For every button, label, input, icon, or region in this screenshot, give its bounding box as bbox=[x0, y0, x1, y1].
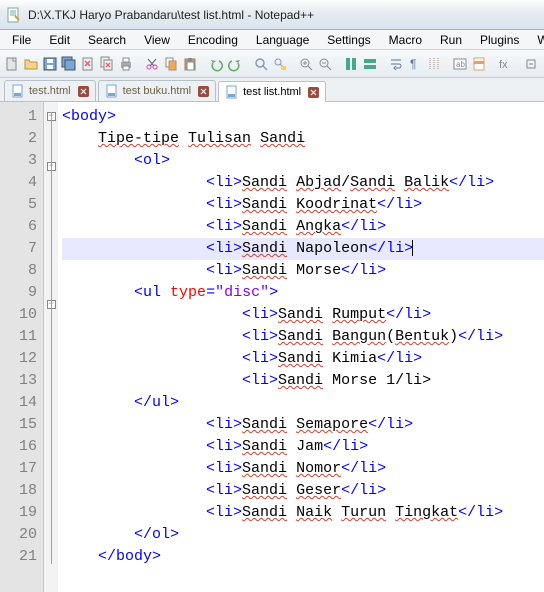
menu-macro[interactable]: Macro bbox=[381, 31, 430, 49]
tab-1[interactable]: test buku.html bbox=[98, 80, 216, 101]
file-icon bbox=[225, 85, 239, 99]
menu-window[interactable]: Window bbox=[529, 31, 544, 49]
code-area[interactable]: <body> Tipe-tipe Tulisan Sandi <ol> <li>… bbox=[58, 102, 544, 592]
cut-button[interactable] bbox=[144, 54, 160, 74]
file-icon bbox=[105, 84, 119, 98]
editor[interactable]: 123456789101112131415161718192021 −−− <b… bbox=[0, 102, 544, 592]
save-file-button[interactable] bbox=[42, 54, 58, 74]
menu-file[interactable]: File bbox=[4, 31, 39, 49]
close-icon[interactable] bbox=[308, 87, 319, 98]
fold-gutter[interactable]: −−− bbox=[44, 102, 58, 592]
zoom-in-button[interactable] bbox=[298, 54, 314, 74]
svg-text:ab: ab bbox=[456, 60, 465, 69]
fold-all-button[interactable] bbox=[523, 54, 539, 74]
titlebar: D:\X.TKJ Haryo Prabandaru\test list.html… bbox=[0, 0, 544, 30]
menu-plugins[interactable]: Plugins bbox=[472, 31, 527, 49]
new-file-button[interactable] bbox=[4, 54, 20, 74]
menu-run[interactable]: Run bbox=[432, 31, 470, 49]
line-number-gutter: 123456789101112131415161718192021 bbox=[0, 102, 44, 592]
file-icon bbox=[11, 84, 25, 98]
close-file-button[interactable] bbox=[80, 54, 96, 74]
indent-guide-button[interactable] bbox=[426, 54, 442, 74]
close-icon[interactable] bbox=[78, 86, 89, 97]
wrap-button[interactable] bbox=[388, 54, 404, 74]
menu-edit[interactable]: Edit bbox=[41, 31, 78, 49]
tab-label: test buku.html bbox=[123, 85, 191, 97]
tab-label: test.html bbox=[29, 85, 71, 97]
menubar: FileEditSearchViewEncodingLanguageSettin… bbox=[0, 30, 544, 50]
tabbar: test.html test buku.html test list.html bbox=[0, 78, 544, 102]
menu-language[interactable]: Language bbox=[248, 31, 317, 49]
menu-encoding[interactable]: Encoding bbox=[180, 31, 246, 49]
doc-map-button[interactable] bbox=[471, 54, 487, 74]
close-icon[interactable] bbox=[198, 86, 209, 97]
tab-label: test list.html bbox=[243, 86, 301, 98]
toolbar: ¶ ab fx bbox=[0, 50, 544, 78]
lang-button[interactable]: ab bbox=[452, 54, 468, 74]
undo-button[interactable] bbox=[208, 54, 224, 74]
app-icon bbox=[6, 7, 22, 23]
close-all-button[interactable] bbox=[99, 54, 115, 74]
fn-list-button[interactable]: fx bbox=[497, 54, 513, 74]
open-file-button[interactable] bbox=[23, 54, 39, 74]
svg-text:fx: fx bbox=[499, 59, 508, 71]
all-chars-button[interactable]: ¶ bbox=[407, 54, 423, 74]
replace-button[interactable] bbox=[272, 54, 288, 74]
find-button[interactable] bbox=[253, 54, 269, 74]
menu-search[interactable]: Search bbox=[80, 31, 134, 49]
menu-view[interactable]: View bbox=[136, 31, 178, 49]
tab-2[interactable]: test list.html bbox=[218, 81, 326, 102]
window-title: D:\X.TKJ Haryo Prabandaru\test list.html… bbox=[28, 8, 538, 22]
paste-button[interactable] bbox=[182, 54, 198, 74]
redo-button[interactable] bbox=[227, 54, 243, 74]
sync-h-button[interactable] bbox=[362, 54, 378, 74]
zoom-out-button[interactable] bbox=[317, 54, 333, 74]
copy-button[interactable] bbox=[163, 54, 179, 74]
save-all-button[interactable] bbox=[61, 54, 77, 74]
tab-0[interactable]: test.html bbox=[4, 80, 96, 101]
menu-settings[interactable]: Settings bbox=[319, 31, 378, 49]
svg-text:¶: ¶ bbox=[410, 57, 416, 71]
sync-v-button[interactable] bbox=[343, 54, 359, 74]
print-button[interactable] bbox=[118, 54, 134, 74]
